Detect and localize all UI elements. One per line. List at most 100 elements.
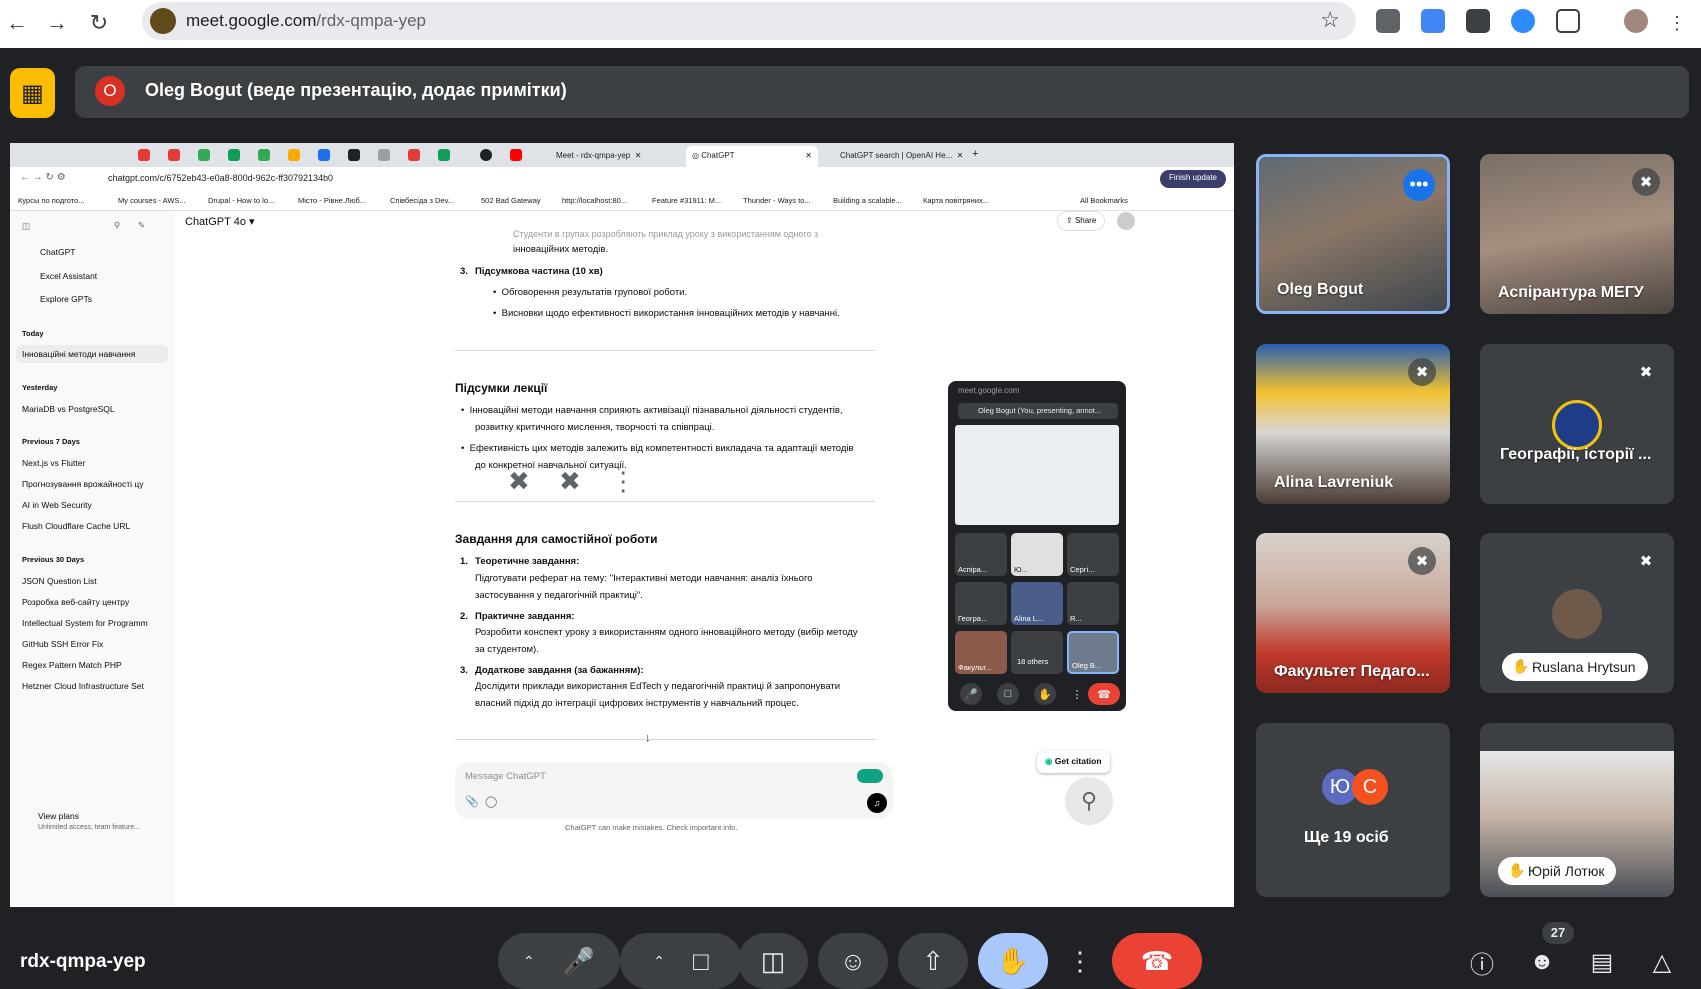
model-selector[interactable]: ChatGPT 4o ▾: [185, 215, 255, 228]
bookmarks-bar: Курсы по подгото... My courses - AWS... …: [10, 191, 1234, 211]
view-plans-button[interactable]: View plans Unlimited access, team feature…: [38, 811, 140, 831]
bookmark-item[interactable]: Building a scalable...: [833, 196, 902, 205]
leave-call-button[interactable]: ☎: [1112, 933, 1202, 989]
sidebar-item-chat[interactable]: MariaDB vs PostgreSQL: [22, 404, 115, 414]
list-number: 3.: [460, 665, 468, 676]
translate-extension-icon[interactable]: [1421, 9, 1445, 33]
chevron-up-icon[interactable]: ⌃: [653, 953, 665, 970]
captions-button[interactable]: ◫: [738, 933, 808, 989]
more-participants-tile[interactable]: Ю С Ще 19 осіб: [1256, 723, 1450, 897]
popup-hand-icon[interactable]: ✋: [1034, 683, 1056, 705]
participant-tile[interactable]: ✖ Факультет Педаго...: [1256, 533, 1450, 693]
get-citation-button[interactable]: ◉ Get citation: [1037, 751, 1110, 773]
bookmark-item[interactable]: My courses - AWS...: [118, 196, 186, 205]
sidebar-item-chat[interactable]: GitHub SSH Error Fix: [22, 639, 103, 649]
stop-presenting-icon[interactable]: ▦: [10, 68, 55, 118]
bookmark-item[interactable]: Місто - Рівне.Люб...: [298, 196, 366, 205]
popup-tile: Геогра...: [955, 582, 1007, 625]
sidebar-item-chatgpt[interactable]: ChatGPT: [40, 247, 75, 257]
new-tab-button[interactable]: +: [966, 143, 984, 164]
sidebar-item-chat[interactable]: Розробка веб-сайту центру: [22, 597, 129, 607]
popup-camera-icon[interactable]: □: [997, 683, 1019, 705]
grammarly-icon[interactable]: [857, 769, 883, 783]
globe-icon[interactable]: ◯: [485, 795, 497, 808]
tab-chatgpt[interactable]: ◎ ChatGPT ✕: [686, 146, 818, 167]
participant-tile[interactable]: ✋ Юрій Лотюк: [1480, 723, 1674, 897]
address-bar[interactable]: meet.google.com/rdx-qmpa-yep ☆: [142, 2, 1356, 40]
voice-mode-icon[interactable]: ♫: [867, 793, 887, 813]
bookmark-item[interactable]: 502 Bad Gateway: [481, 196, 541, 205]
more-options-button[interactable]: ⋮: [1058, 933, 1102, 989]
sidebar-item-chat[interactable]: AI in Web Security: [22, 500, 92, 510]
meeting-info-icon[interactable]: ⓘ: [1464, 944, 1500, 980]
site-meet-icon: [150, 8, 176, 34]
zoom-extension-icon[interactable]: [1511, 9, 1535, 33]
sidebar-item-chat[interactable]: Intellectual System for Programm: [22, 618, 148, 628]
popup-host: meet.google.com: [958, 386, 1020, 395]
zoom-icon[interactable]: ⚲: [1065, 777, 1113, 825]
pin-off-icon[interactable]: ✖: [508, 466, 530, 496]
popup-end-call-icon[interactable]: ☎: [1088, 683, 1120, 705]
section-heading: Previous 7 Days: [22, 437, 80, 446]
sidebar-item-chat[interactable]: Прогнозування врожайності цу: [22, 479, 144, 489]
section-title: Підсумки лекції: [455, 381, 548, 395]
bookmark-item[interactable]: Thunder - Ways to...: [743, 196, 811, 205]
share-button[interactable]: ⇪ Share: [1057, 211, 1106, 231]
volume-off-icon[interactable]: ✖: [559, 466, 581, 496]
back-icon[interactable]: ←: [0, 6, 34, 40]
get-citation-label: Get citation: [1054, 756, 1102, 766]
participant-tile[interactable]: ✖ Alina Lavreniuk: [1256, 344, 1450, 504]
sidebar-item-chat[interactable]: Flush Cloudflare Cache URL: [22, 521, 130, 531]
popup-more-icon[interactable]: ⋮: [1066, 683, 1088, 705]
people-icon[interactable]: ☻: [1524, 944, 1560, 980]
raise-hand-icon: ✋: [996, 945, 1030, 976]
microphone-button[interactable]: ⌃ 🎤: [498, 933, 620, 989]
sidebar-item-chat[interactable]: Regex Pattern Match PHP: [22, 660, 122, 670]
tab-close-icon[interactable]: ✕: [805, 151, 812, 160]
bookmark-item[interactable]: Карта повітряних...: [923, 196, 989, 205]
bookmark-item[interactable]: Drupal - How to lo...: [208, 196, 274, 205]
calendar-extension-icon[interactable]: [1376, 9, 1400, 33]
sidebar-item-chat[interactable]: Hetzner Cloud Infrastructure Set: [22, 681, 144, 691]
bookmark-item[interactable]: http://localhost:80...: [562, 196, 627, 205]
kebab-menu-icon[interactable]: ⋮: [1660, 6, 1694, 40]
extension-icon[interactable]: [1466, 9, 1490, 33]
bookmark-star-icon[interactable]: ☆: [1320, 7, 1340, 33]
chat-icon[interactable]: ▤: [1584, 944, 1620, 980]
user-avatar[interactable]: [1117, 212, 1135, 230]
more-options-icon[interactable]: ⋮: [610, 466, 636, 496]
sidebar-item-excel-assistant[interactable]: Excel Assistant: [40, 271, 97, 281]
scroll-down-icon[interactable]: ↓: [645, 732, 651, 744]
participant-tile[interactable]: ••• Oleg Bogut: [1256, 154, 1450, 314]
sidebar-toggle-icon[interactable]: ◫: [22, 221, 30, 232]
participant-tile[interactable]: ✖ Географії, історії ...: [1480, 344, 1674, 504]
new-chat-icon[interactable]: ✎: [138, 220, 145, 231]
forward-icon[interactable]: →: [40, 6, 74, 40]
bookmark-item[interactable]: Курсы по подгото...: [18, 196, 85, 205]
camera-button[interactable]: ⌃ □: [620, 933, 742, 989]
chevron-up-icon[interactable]: ⌃: [523, 953, 535, 970]
bookmark-item[interactable]: Feature #31911: M...: [652, 196, 721, 205]
message-input[interactable]: Message ChatGPT 📎 ◯ ♫: [455, 762, 893, 819]
finish-update-button[interactable]: Finish update: [1159, 170, 1226, 188]
reactions-button[interactable]: ☺: [818, 933, 888, 989]
sidebar-item-chat[interactable]: Next.js vs Flutter: [22, 458, 85, 468]
all-bookmarks[interactable]: All Bookmarks: [1080, 196, 1128, 205]
sidebar-item-chat-active[interactable]: Інноваційні методи навчання: [16, 345, 168, 363]
puzzle-icon[interactable]: [1556, 9, 1580, 33]
tab-meet[interactable]: Meet - rdx-qmpa-yep ✕: [550, 146, 647, 167]
present-button[interactable]: ⇧: [898, 933, 968, 989]
sidebar-item-explore-gpts[interactable]: Explore GPTs: [40, 294, 92, 304]
search-icon[interactable]: ⚲: [114, 220, 120, 231]
bookmark-item[interactable]: Співбесіда з Dev...: [390, 196, 454, 205]
activities-icon[interactable]: △: [1644, 944, 1680, 980]
participant-tile[interactable]: ✖ ✋ Ruslana Hrytsun: [1480, 533, 1674, 693]
participant-tile[interactable]: ✖ Аспірантура МЕГУ: [1480, 154, 1674, 314]
tab-chatgpt-search[interactable]: ChatGPT search | OpenAI He... ✕: [834, 146, 969, 167]
reload-icon[interactable]: ↻: [82, 6, 116, 40]
profile-avatar[interactable]: [1624, 9, 1648, 33]
attach-icon[interactable]: 📎: [465, 795, 479, 808]
raise-hand-button[interactable]: ✋: [978, 933, 1048, 989]
sidebar-item-chat[interactable]: JSON Question List: [22, 576, 97, 586]
popup-mic-icon[interactable]: 🎤: [960, 683, 982, 705]
